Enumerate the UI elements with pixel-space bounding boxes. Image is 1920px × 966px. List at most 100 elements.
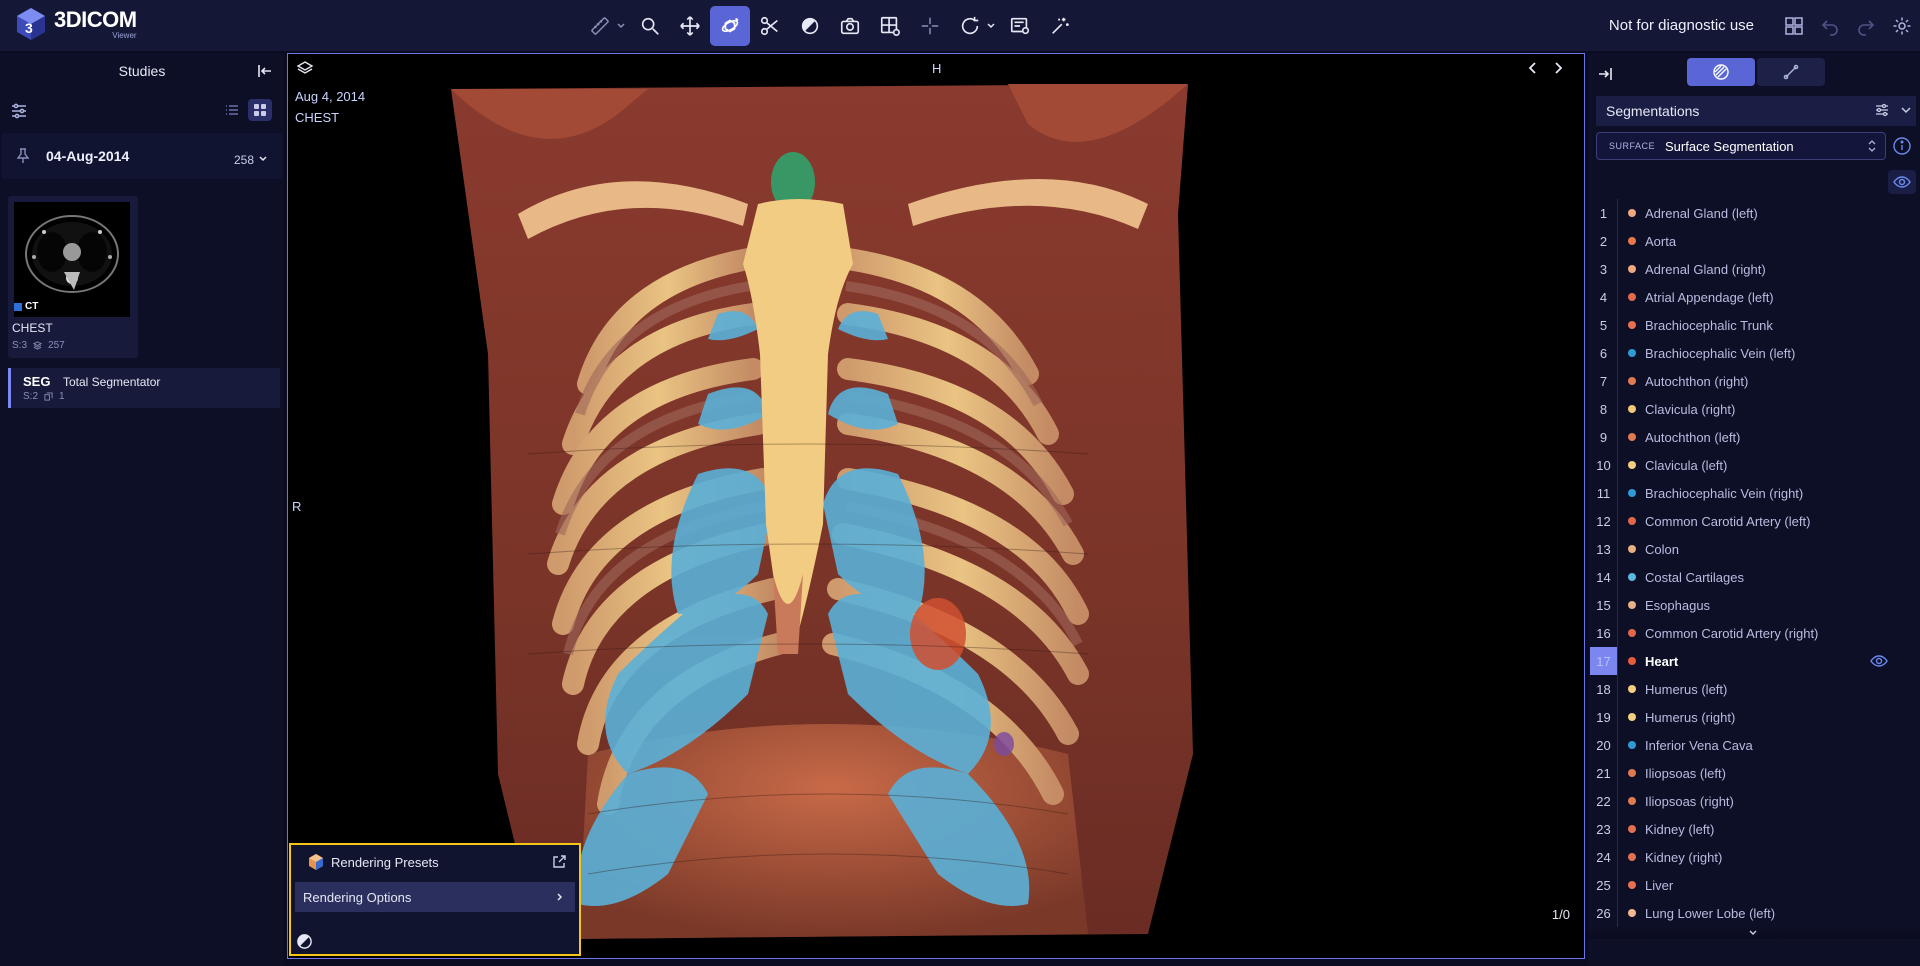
segment-row[interactable]: 12 Common Carotid Artery (left) bbox=[1588, 507, 1920, 535]
layout-button[interactable] bbox=[1776, 6, 1812, 46]
eye-icon[interactable] bbox=[1870, 653, 1888, 669]
segment-row[interactable]: 24 Kidney (right) bbox=[1588, 843, 1920, 871]
segment-row[interactable]: 19 Humerus (right) bbox=[1588, 703, 1920, 731]
next-icon[interactable] bbox=[1550, 60, 1566, 76]
segment-row[interactable]: 16 Common Carotid Artery (right) bbox=[1588, 619, 1920, 647]
segment-label: Brachiocephalic Trunk bbox=[1645, 317, 1773, 333]
segment-number: 22 bbox=[1590, 787, 1618, 815]
settings-button[interactable] bbox=[1884, 6, 1920, 46]
studies-title: Studies bbox=[118, 63, 166, 79]
segment-row[interactable]: 2 Aorta bbox=[1588, 227, 1920, 255]
segment-number: 2 bbox=[1590, 227, 1618, 255]
collapse-left-icon[interactable] bbox=[256, 62, 274, 80]
segmentations-header[interactable]: Segmentations bbox=[1596, 96, 1916, 126]
segment-color-dot bbox=[1628, 713, 1636, 721]
segmentations-title: Segmentations bbox=[1606, 103, 1700, 119]
screenshot-tool-button[interactable] bbox=[830, 6, 870, 46]
layers-icon[interactable] bbox=[296, 60, 314, 78]
segment-row[interactable]: 25 Liver bbox=[1588, 871, 1920, 899]
segment-row[interactable]: 11 Brachiocephalic Vein (right) bbox=[1588, 479, 1920, 507]
tab-measurements[interactable] bbox=[1757, 58, 1825, 86]
contrast-icon[interactable] bbox=[296, 933, 313, 950]
layout-settings-button[interactable] bbox=[870, 6, 910, 46]
copy-icon bbox=[44, 392, 53, 401]
rendering-menu: Rendering Presets Rendering Options bbox=[289, 843, 581, 956]
segment-row[interactable]: 13 Colon bbox=[1588, 535, 1920, 563]
report-tool-button[interactable] bbox=[1000, 6, 1040, 46]
segment-row[interactable]: 14 Costal Cartilages bbox=[1588, 563, 1920, 591]
reset-view-button[interactable] bbox=[950, 6, 990, 46]
external-link-icon[interactable] bbox=[551, 854, 567, 870]
segment-label: Common Carotid Artery (left) bbox=[1645, 513, 1811, 529]
study-image-count: 258 bbox=[233, 153, 254, 167]
undo-icon bbox=[1821, 19, 1838, 36]
segment-row[interactable]: 23 Kidney (left) bbox=[1588, 815, 1920, 843]
report-icon bbox=[1010, 17, 1030, 35]
3d-viewport[interactable]: Aug 4, 2014 CHEST H R 1/0 Rendering Pres… bbox=[287, 53, 1585, 959]
segment-row[interactable]: 6 Brachiocephalic Vein (left) bbox=[1588, 339, 1920, 367]
segment-color-dot bbox=[1628, 881, 1636, 889]
redo-button[interactable] bbox=[1848, 6, 1884, 46]
volume-rendering[interactable] bbox=[288, 54, 1584, 958]
segment-number: 25 bbox=[1590, 871, 1618, 899]
list-view-button[interactable] bbox=[220, 99, 244, 121]
segment-row[interactable]: 7 Autochthon (right) bbox=[1588, 367, 1920, 395]
pin-icon[interactable] bbox=[16, 148, 30, 164]
zoom-tool-button[interactable] bbox=[630, 6, 670, 46]
segment-row[interactable]: 17 Heart bbox=[1588, 647, 1920, 675]
rendering-presets-item[interactable]: Rendering Presets bbox=[291, 845, 579, 879]
tab-segmentation[interactable] bbox=[1687, 58, 1755, 86]
toggle-all-visibility-button[interactable] bbox=[1888, 170, 1916, 194]
study-date-group[interactable]: 04-Aug-2014 258 bbox=[2, 133, 282, 179]
segment-label: Liver bbox=[1645, 877, 1674, 893]
collapse-right-icon[interactable] bbox=[1596, 65, 1614, 83]
segment-number: 15 bbox=[1590, 591, 1618, 619]
contrast-tool-button[interactable] bbox=[790, 6, 830, 46]
segment-row[interactable]: 8 Clavicula (right) bbox=[1588, 395, 1920, 423]
segment-row[interactable]: 9 Autochthon (left) bbox=[1588, 423, 1920, 451]
series-thumbnail-card[interactable]: CT CHEST S:3 257 bbox=[8, 196, 138, 358]
rotate-3d-tool-button[interactable] bbox=[710, 6, 750, 46]
previous-icon[interactable] bbox=[1525, 60, 1541, 76]
segment-label: Clavicula (right) bbox=[1645, 401, 1736, 417]
segment-row[interactable]: 5 Brachiocephalic Trunk bbox=[1588, 311, 1920, 339]
grid-view-button[interactable] bbox=[248, 99, 272, 121]
segment-row[interactable]: 22 Iliopsoas (right) bbox=[1588, 787, 1920, 815]
segment-number: 16 bbox=[1590, 619, 1618, 647]
cut-tool-button[interactable] bbox=[750, 6, 790, 46]
segment-label: Humerus (right) bbox=[1645, 709, 1736, 725]
segment-row[interactable]: 18 Humerus (left) bbox=[1588, 675, 1920, 703]
info-icon[interactable] bbox=[1892, 136, 1912, 156]
segment-row[interactable]: 1 Adrenal Gland (left) bbox=[1588, 199, 1920, 227]
scroll-down-icon[interactable] bbox=[1748, 929, 1758, 937]
series-name: CHEST bbox=[12, 321, 53, 335]
segment-row[interactable]: 3 Adrenal Gland (right) bbox=[1588, 255, 1920, 283]
segment-row[interactable]: 15 Esophagus bbox=[1588, 591, 1920, 619]
undo-button[interactable] bbox=[1812, 6, 1848, 46]
segment-row[interactable]: 21 Iliopsoas (left) bbox=[1588, 759, 1920, 787]
segment-label: Common Carotid Artery (right) bbox=[1645, 625, 1819, 641]
orientation-marker-left: R bbox=[292, 499, 302, 514]
auto-segment-button[interactable] bbox=[1040, 6, 1080, 46]
rendering-options-item[interactable]: Rendering Options bbox=[295, 882, 575, 912]
segment-color-dot bbox=[1628, 629, 1636, 637]
pan-tool-button[interactable] bbox=[670, 6, 710, 46]
segment-row[interactable]: 26 Lung Lower Lobe (left) bbox=[1588, 899, 1920, 927]
segment-row[interactable]: 4 Atrial Appendage (left) bbox=[1588, 283, 1920, 311]
segment-row[interactable]: 10 Clavicula (left) bbox=[1588, 451, 1920, 479]
eye-icon bbox=[1893, 176, 1911, 188]
reset-icon bbox=[961, 16, 979, 35]
segment-label: Autochthon (right) bbox=[1645, 373, 1749, 389]
crosshair-tool-button[interactable] bbox=[910, 6, 950, 46]
segment-number: 17 bbox=[1590, 647, 1618, 675]
segmentation-series-item[interactable]: SEG Total Segmentator S:2 1 bbox=[8, 368, 280, 408]
segment-row[interactable]: 20 Inferior Vena Cava bbox=[1588, 731, 1920, 759]
segment-color-dot bbox=[1628, 349, 1636, 357]
chevron-down-icon[interactable] bbox=[1898, 102, 1914, 118]
segmentation-type-select[interactable]: SURFACE Surface Segmentation bbox=[1596, 132, 1886, 160]
filter-icon[interactable] bbox=[10, 102, 28, 120]
segment-number: 20 bbox=[1590, 731, 1618, 759]
series-image-count: 257 bbox=[48, 340, 65, 351]
settings-sliders-icon[interactable] bbox=[1874, 102, 1890, 118]
measure-tool-button[interactable] bbox=[580, 6, 620, 46]
